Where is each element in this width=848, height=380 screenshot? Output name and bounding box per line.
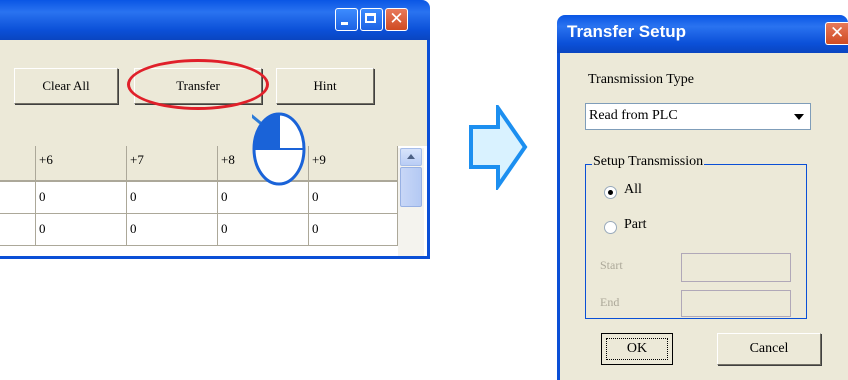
table-cell[interactable]: 0 — [309, 214, 398, 246]
transmission-type-label: Transmission Type — [588, 72, 694, 87]
ok-button[interactable]: OK — [601, 333, 673, 365]
close-icon[interactable]: ✕ — [385, 8, 408, 31]
table-header-blank — [0, 146, 36, 182]
column-header: +9 — [309, 146, 398, 182]
table-cell[interactable]: 0 — [309, 182, 398, 214]
setup-transmission-label: Setup Transmission — [592, 154, 705, 170]
row-header — [0, 214, 36, 246]
table-cell[interactable]: 0 — [36, 214, 127, 246]
register-table: +6 +7 +8 +9 0 0 0 0 0 0 0 0 — [0, 146, 427, 258]
dropdown-caret-icon[interactable] — [794, 114, 804, 120]
hint-button[interactable]: Hint — [276, 68, 374, 104]
row-header — [0, 182, 36, 214]
window-border — [0, 256, 430, 259]
scroll-thumb[interactable] — [400, 167, 422, 207]
start-field[interactable] — [681, 253, 791, 282]
maximize-icon[interactable] — [360, 8, 383, 31]
radio-all[interactable] — [604, 186, 617, 199]
column-header: +7 — [127, 146, 218, 182]
table-cell[interactable]: 0 — [127, 182, 218, 214]
end-field[interactable] — [681, 290, 791, 317]
end-label: End — [600, 295, 620, 309]
radio-all-label[interactable]: All — [624, 182, 642, 198]
cancel-button[interactable]: Cancel — [717, 333, 821, 365]
close-icon[interactable]: ✕ — [825, 22, 848, 45]
table-cell[interactable]: 0 — [127, 214, 218, 246]
transfer-setup-dialog: Transfer Setup ✕ Transmission Type Read … — [557, 15, 848, 380]
minimize-icon[interactable] — [335, 8, 358, 31]
mouse-click-icon — [252, 112, 306, 186]
table-cell[interactable]: 0 — [36, 182, 127, 214]
radio-part[interactable] — [604, 221, 617, 234]
transmission-type-value: Read from PLC — [589, 108, 678, 123]
column-header: +6 — [36, 146, 127, 182]
window-titlebar: ✕ — [0, 0, 430, 40]
right-arrow-icon — [469, 105, 528, 190]
table-cell[interactable]: 0 — [218, 214, 309, 246]
transmission-type-select[interactable]: Read from PLC — [585, 103, 811, 130]
dialog-title: Transfer Setup — [567, 22, 687, 41]
radio-part-label[interactable]: Part — [624, 217, 647, 233]
data-register-window: ✕ Clear All Transfer Hint +6 +7 +8 +9 0 … — [0, 0, 430, 259]
dialog-titlebar: Transfer Setup ✕ — [557, 15, 848, 53]
scroll-up-icon[interactable] — [400, 148, 422, 166]
clear-all-button[interactable]: Clear All — [14, 68, 118, 104]
vertical-scrollbar[interactable] — [398, 148, 424, 258]
transfer-highlight-ellipse — [127, 59, 269, 110]
table-cell[interactable]: 0 — [218, 182, 309, 214]
setup-transmission-group: Setup Transmission All Part Start End — [585, 154, 807, 319]
start-label: Start — [600, 258, 623, 272]
